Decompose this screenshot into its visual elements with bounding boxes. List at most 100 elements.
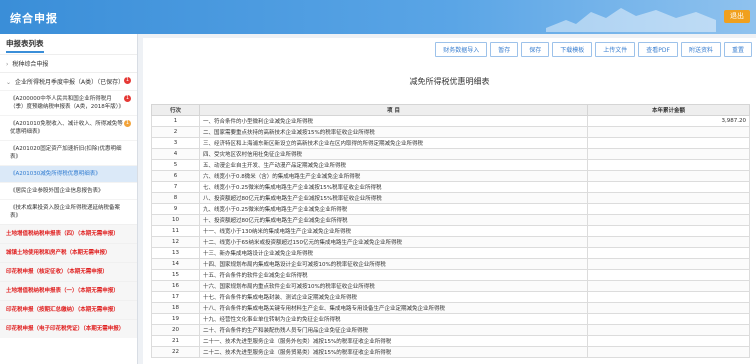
- sidebar-item-a201020[interactable]: 《A201020固定资产加速折旧(扣除)优惠明细表》: [0, 140, 137, 165]
- sidebar-group-cit[interactable]: ⌄ 企业所得税月季度申报（A类）（已保存） 1: [0, 72, 137, 90]
- sidebar-item-stamp-tax-periodic[interactable]: 印花税申报（按期汇总缴纳）（本期无需申报）: [0, 300, 137, 319]
- chevron-down-icon: ⌄: [6, 79, 12, 86]
- table-row: 14 十四、国家规划布局内集成电路设计企业可减按10%的税率征收企业所得税: [151, 258, 750, 270]
- row-number: 6: [151, 170, 200, 182]
- row-number: 15: [151, 269, 200, 281]
- amount-cell[interactable]: [587, 126, 750, 138]
- upload-file-button[interactable]: 上传文件: [595, 42, 636, 57]
- table-row: 1 一、符合条件的小型微利企业减免企业所得税 3,987.20: [151, 115, 750, 127]
- row-number: 20: [151, 324, 200, 336]
- row-number: 16: [151, 280, 200, 292]
- sidebar-item-foreign-report[interactable]: 《居民企业参股外国企业信息报告表》: [0, 182, 137, 199]
- save-button[interactable]: 保存: [521, 42, 550, 57]
- sidebar-item-tech-investment[interactable]: 《技术成果投资入股企业所得税递延纳税备案表》: [0, 199, 137, 224]
- table-row: 13 十三、新办集成电路设计企业减免企业所得税: [151, 247, 750, 259]
- row-item: 十七、符合条件的集成电路封装、测试企业定期减免企业所得税: [199, 291, 588, 303]
- table-row: 8 八、投资额超过80亿元的集成电路生产企业减按15%税率征收企业所得税: [151, 192, 750, 204]
- table-row: 10 十、投资额超过80亿元的集成电路生产企业减免企业所得税: [151, 214, 750, 226]
- table-row: 6 六、线宽小于0.8微米（含）的集成电路生产企业减免企业所得税: [151, 170, 750, 182]
- amount-cell[interactable]: [587, 346, 750, 358]
- table-row: 12 十二、线宽小于65纳米或投资额超过150亿元的集成电路生产企业减免企业所得税: [151, 236, 750, 248]
- table-row: 2 二、国家需要重点扶持的高新技术企业减按15%的税率征收企业所得税: [151, 126, 750, 138]
- reset-button[interactable]: 重置: [723, 42, 752, 57]
- table-row: 5 五、动漫企业自主开发、生产动漫产品定期减免企业所得税: [151, 159, 750, 171]
- row-item: 三、经济特区和上海浦东新区新设立的高新技术企业在区内取得的所得定期减免企业所得税: [199, 137, 588, 149]
- view-pdf-button[interactable]: 查看PDF: [638, 42, 678, 57]
- table-row: 17 十七、符合条件的集成电路封装、测试企业定期减免企业所得税: [151, 291, 750, 303]
- amount-cell[interactable]: [587, 313, 750, 325]
- app-header: 综合申报 退出: [0, 0, 756, 34]
- sidebar-item-land-vat-1[interactable]: 土地增值税纳税申报表（一）（本期无需申报）: [0, 281, 137, 300]
- table-row: 22 二十二、技术先进型服务企业（服务贸易类）减按15%的税率征收企业所得税: [151, 346, 750, 358]
- temp-save-button[interactable]: 暂存: [490, 42, 519, 57]
- row-number: 3: [151, 137, 200, 149]
- sidebar-item-stamp-tax-electronic[interactable]: 印花税申报（电子印花税凭证）（本期无需申报）: [0, 319, 137, 338]
- table-row: 11 十一、线宽小于130纳米的集成电路生产企业减免企业所得税: [151, 225, 750, 237]
- row-item: 五、动漫企业自主开发、生产动漫产品定期减免企业所得税: [199, 159, 588, 171]
- row-number: 7: [151, 181, 200, 193]
- table-row: 16 十六、国家规划布局内重点软件企业可减按10%的税率征收企业所得税: [151, 280, 750, 292]
- amount-cell[interactable]: 3,987.20: [587, 115, 750, 127]
- row-item: 一、符合条件的小型微利企业减免企业所得税: [199, 115, 588, 127]
- table-row: 3 三、经济特区和上海浦东新区新设立的高新技术企业在区内取得的所得定期减免企业所得…: [151, 137, 750, 149]
- column-header-item: 项 目: [199, 104, 588, 116]
- sidebar-item-a200000[interactable]: 《A200000中华人民共和国企业所得税月（季）度预缴纳税申报表（A类，2018…: [0, 90, 137, 115]
- amount-cell[interactable]: [587, 236, 750, 248]
- row-item: 十三、新办集成电路设计企业减免企业所得税: [199, 247, 588, 259]
- row-item: 十八、符合条件的集成电路关键专用材料生产企业、集成电路专用设备生产企业定期减免企…: [199, 302, 588, 314]
- sidebar-item-a201030[interactable]: 《A201030减免所得税优惠明细表》: [0, 165, 137, 182]
- amount-cell[interactable]: [587, 148, 750, 160]
- row-item: 十五、符合条件的软件企业减免企业所得税: [199, 269, 588, 281]
- row-item: 二十、符合条件的生产和装配伤残人员专门用品企业免征企业所得税: [199, 324, 588, 336]
- amount-cell[interactable]: [587, 159, 750, 171]
- amount-cell[interactable]: [587, 247, 750, 259]
- exit-button[interactable]: 退出: [724, 10, 750, 23]
- table-row: 20 二十、符合条件的生产和装配伤残人员专门用品企业免征企业所得税: [151, 324, 750, 336]
- amount-cell[interactable]: [587, 335, 750, 347]
- amount-cell[interactable]: [587, 192, 750, 204]
- count-badge: 1: [124, 95, 131, 102]
- amount-cell[interactable]: [587, 214, 750, 226]
- row-number: 1: [151, 115, 200, 127]
- amount-cell[interactable]: [587, 291, 750, 303]
- table-row: 9 九、线宽小于0.25微米的集成电路生产企业减免企业所得税: [151, 203, 750, 215]
- sidebar-group-tax[interactable]: › 税种综合申报: [0, 54, 137, 72]
- amount-cell[interactable]: [587, 258, 750, 270]
- table-row: 4 四、受灾地区农村信用社免征企业所得税: [151, 148, 750, 160]
- amount-cell[interactable]: [587, 137, 750, 149]
- amount-cell[interactable]: [587, 203, 750, 215]
- amount-cell[interactable]: [587, 269, 750, 281]
- row-item: 七、线宽小于0.25微米的集成电路生产企业减按15%税率征收企业所得税: [199, 181, 588, 193]
- table-row: 18 十八、符合条件的集成电路关键专用材料生产企业、集成电路专用设备生产企业定期减…: [151, 302, 750, 314]
- row-number: 9: [151, 203, 200, 215]
- app-title: 综合申报: [10, 12, 58, 25]
- table-row: 7 七、线宽小于0.25微米的集成电路生产企业减按15%税率征收企业所得税: [151, 181, 750, 193]
- main-panel: 财务数据导入 暂存 保存 下载模板 上传文件 查看PDF 附送资料 重置 减免所…: [143, 38, 756, 364]
- report-table: 行次 项 目 本年累计金额 1 一、符合条件的小型微利企业减免企业所得税 3,987…: [151, 104, 750, 358]
- sidebar-item-stamp-tax-assessed[interactable]: 印花税申报（核定征收）（本期无需申报）: [0, 262, 137, 281]
- download-template-button[interactable]: 下载模板: [552, 42, 593, 57]
- sidebar-item-a201010[interactable]: 《A201010免税收入、减计收入、所得减免等优惠明细表》 1: [0, 115, 137, 140]
- row-number: 8: [151, 192, 200, 204]
- column-header-amount: 本年累计金额: [587, 104, 750, 116]
- sidebar-item-land-use-tax[interactable]: 城镇土地使用税和房产税（本期无需申报）: [0, 243, 137, 262]
- amount-cell[interactable]: [587, 181, 750, 193]
- table-row: 19 十九、经营性文化事业单位转制为企业的免征企业所得税: [151, 313, 750, 325]
- count-badge: 1: [124, 77, 131, 84]
- sidebar-item-land-vat-4[interactable]: 土地增值税纳税申报表（四）（本期无需申报）: [0, 224, 137, 243]
- amount-cell[interactable]: [587, 302, 750, 314]
- amount-cell[interactable]: [587, 170, 750, 182]
- row-number: 2: [151, 126, 200, 138]
- amount-cell[interactable]: [587, 225, 750, 237]
- row-item: 八、投资额超过80亿元的集成电路生产企业减按15%税率征收企业所得税: [199, 192, 588, 204]
- row-item: 十六、国家规划布局内重点软件企业可减按10%的税率征收企业所得税: [199, 280, 588, 292]
- row-number: 12: [151, 236, 200, 248]
- row-number: 14: [151, 258, 200, 270]
- import-financial-data-button[interactable]: 财务数据导入: [435, 42, 488, 57]
- great-wall-decoration: [546, 8, 716, 32]
- attachments-button[interactable]: 附送资料: [680, 42, 721, 57]
- row-number: 4: [151, 148, 200, 160]
- amount-cell[interactable]: [587, 280, 750, 292]
- amount-cell[interactable]: [587, 324, 750, 336]
- row-item: 二、国家需要重点扶持的高新技术企业减按15%的税率征收企业所得税: [199, 126, 588, 138]
